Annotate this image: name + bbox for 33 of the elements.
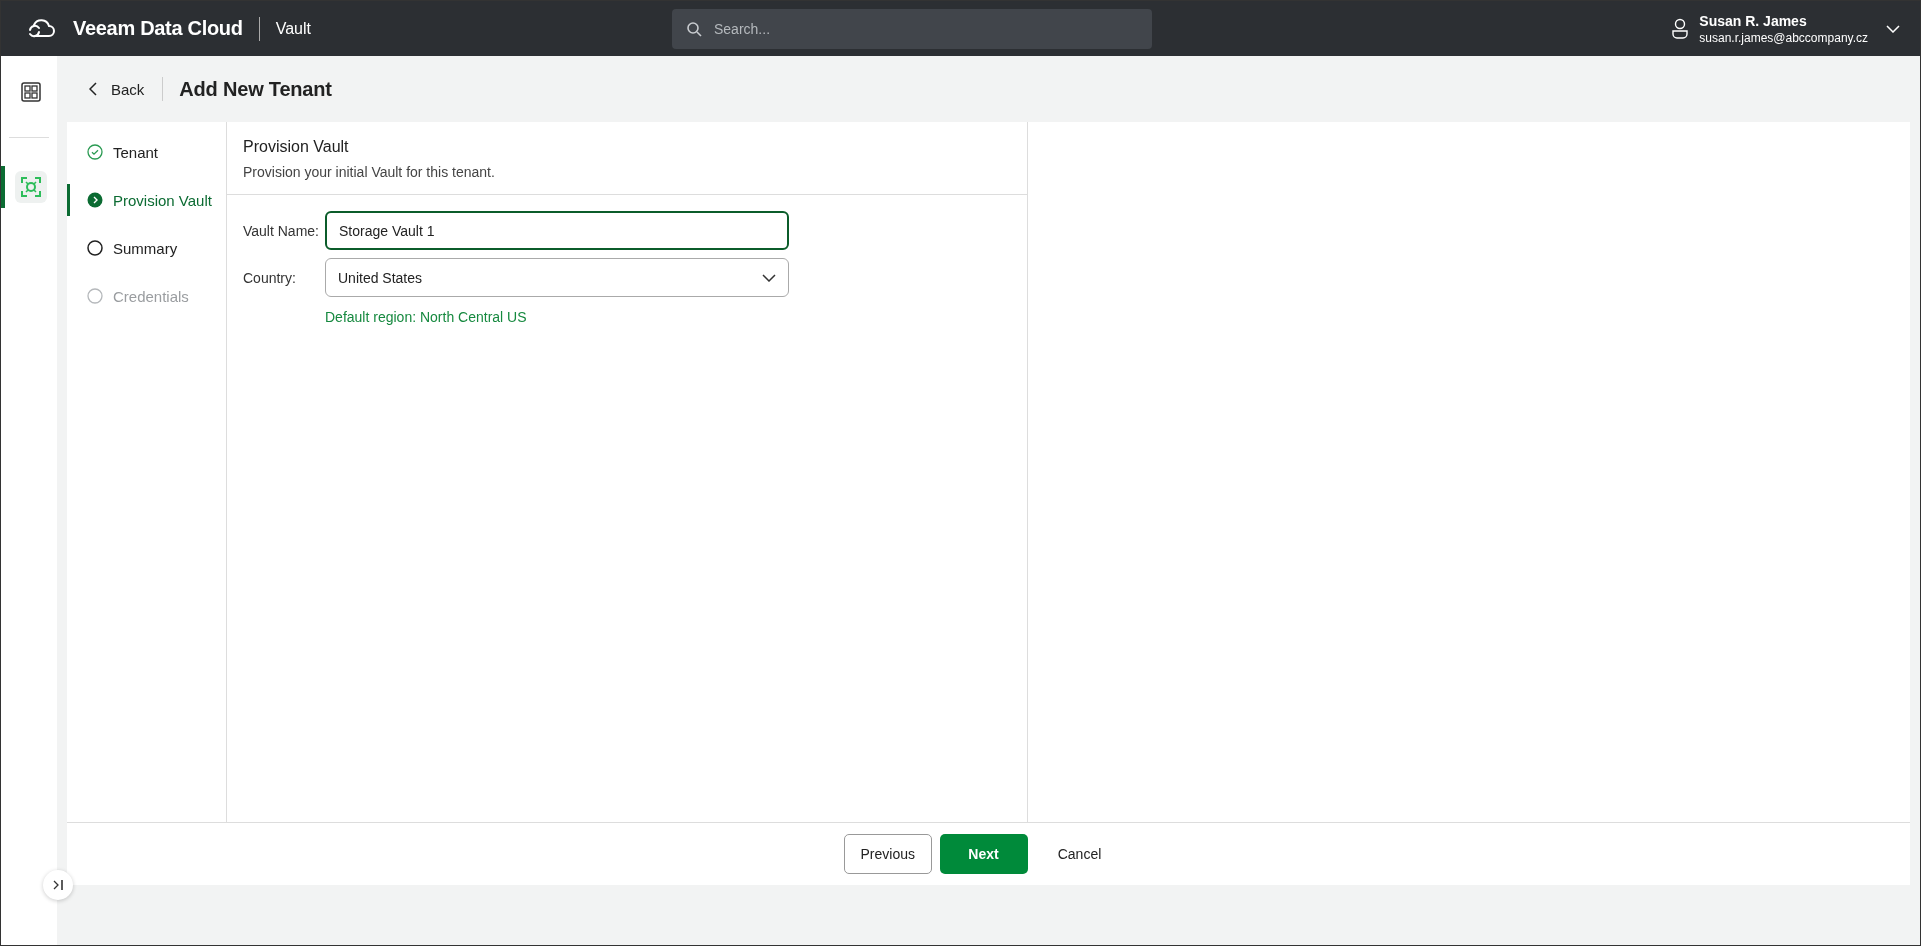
- expand-sidebar-button[interactable]: [43, 870, 73, 900]
- brand-name: Veeam Data Cloud: [73, 17, 243, 40]
- field-label: Vault Name:: [243, 222, 319, 239]
- check-circle-icon: [87, 144, 103, 160]
- chevron-down-icon: [1886, 24, 1900, 33]
- page-title: Add New Tenant: [179, 77, 332, 101]
- scan-target-icon: [21, 177, 41, 197]
- input-field[interactable]: Storage Vault 1: [325, 211, 789, 250]
- grid-icon: [21, 82, 41, 102]
- chevron-circle-icon: [87, 192, 103, 208]
- search-field[interactable]: Search...: [672, 8, 1152, 49]
- wizard-step[interactable]: Tenant: [67, 136, 226, 168]
- back-button[interactable]: Back: [85, 76, 149, 102]
- cancel-button[interactable]: Cancel: [1035, 834, 1124, 874]
- product-name: Vault: [275, 19, 311, 38]
- user-icon: [1671, 17, 1690, 40]
- chevron-left-icon: [89, 82, 97, 96]
- circle-icon: [87, 240, 103, 256]
- section-title: Provision Vault: [243, 138, 350, 156]
- arrow-to-line-icon: [52, 879, 64, 891]
- user-email: susan.r.james@abccompany.cz: [1699, 30, 1868, 45]
- field-label: Country:: [243, 269, 297, 286]
- previous-button[interactable]: Previous: [843, 834, 932, 874]
- search-icon: [686, 20, 702, 37]
- chevron-down-icon: [762, 273, 776, 282]
- next-button[interactable]: Next: [939, 834, 1028, 874]
- user-name: Susan R. James: [1699, 12, 1808, 29]
- country-dropdown[interactable]: United States: [325, 258, 789, 297]
- circle-icon: [87, 288, 103, 304]
- region-hint: Default region: North Central US: [325, 309, 528, 325]
- wizard-step[interactable]: Summary: [67, 232, 226, 264]
- wizard-step[interactable]: Provision Vault: [67, 184, 226, 216]
- section-description: Provision your initial Vault for this tenant.: [243, 164, 496, 180]
